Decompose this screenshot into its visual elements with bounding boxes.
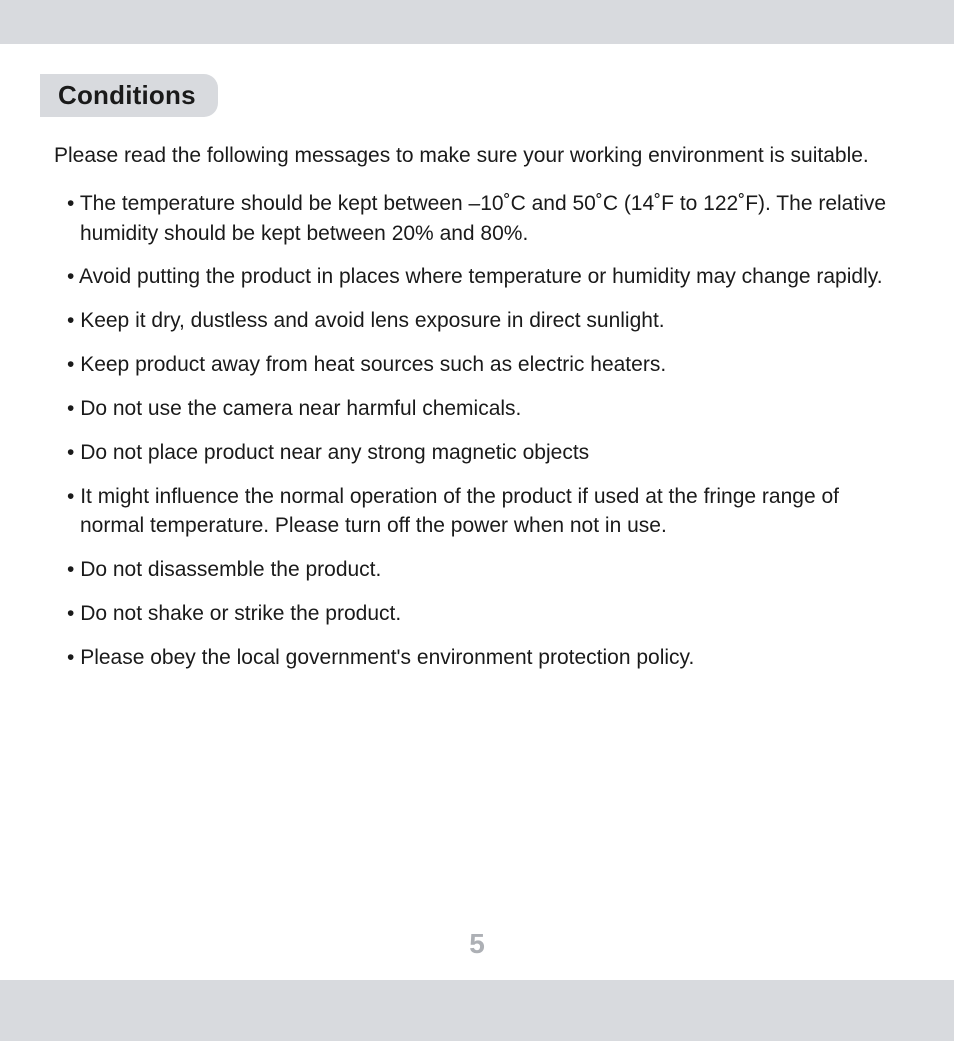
list-item: Keep it dry, dustless and avoid lens exp… [54, 306, 900, 336]
list-item: Do not place product near any strong mag… [54, 438, 900, 468]
list-item: Do not disassemble the product. [54, 555, 900, 585]
document-page: Conditions Please read the following mes… [0, 44, 954, 980]
section-heading: Conditions [58, 80, 196, 110]
list-item: Avoid putting the product in places wher… [54, 262, 900, 292]
page-number: 5 [0, 928, 954, 960]
conditions-list: The temperature should be kept between –… [54, 189, 900, 673]
list-item: Do not shake or strike the product. [54, 599, 900, 629]
list-item: Please obey the local government's envir… [54, 643, 900, 673]
intro-paragraph: Please read the following messages to ma… [54, 141, 900, 171]
section-heading-pill: Conditions [40, 74, 218, 117]
list-item: Do not use the camera near harmful chemi… [54, 394, 900, 424]
top-margin-bar [0, 0, 954, 44]
bottom-margin-bar [0, 980, 954, 1041]
list-item: The temperature should be kept between –… [54, 189, 900, 249]
list-item: It might influence the normal operation … [54, 482, 900, 542]
list-item: Keep product away from heat sources such… [54, 350, 900, 380]
